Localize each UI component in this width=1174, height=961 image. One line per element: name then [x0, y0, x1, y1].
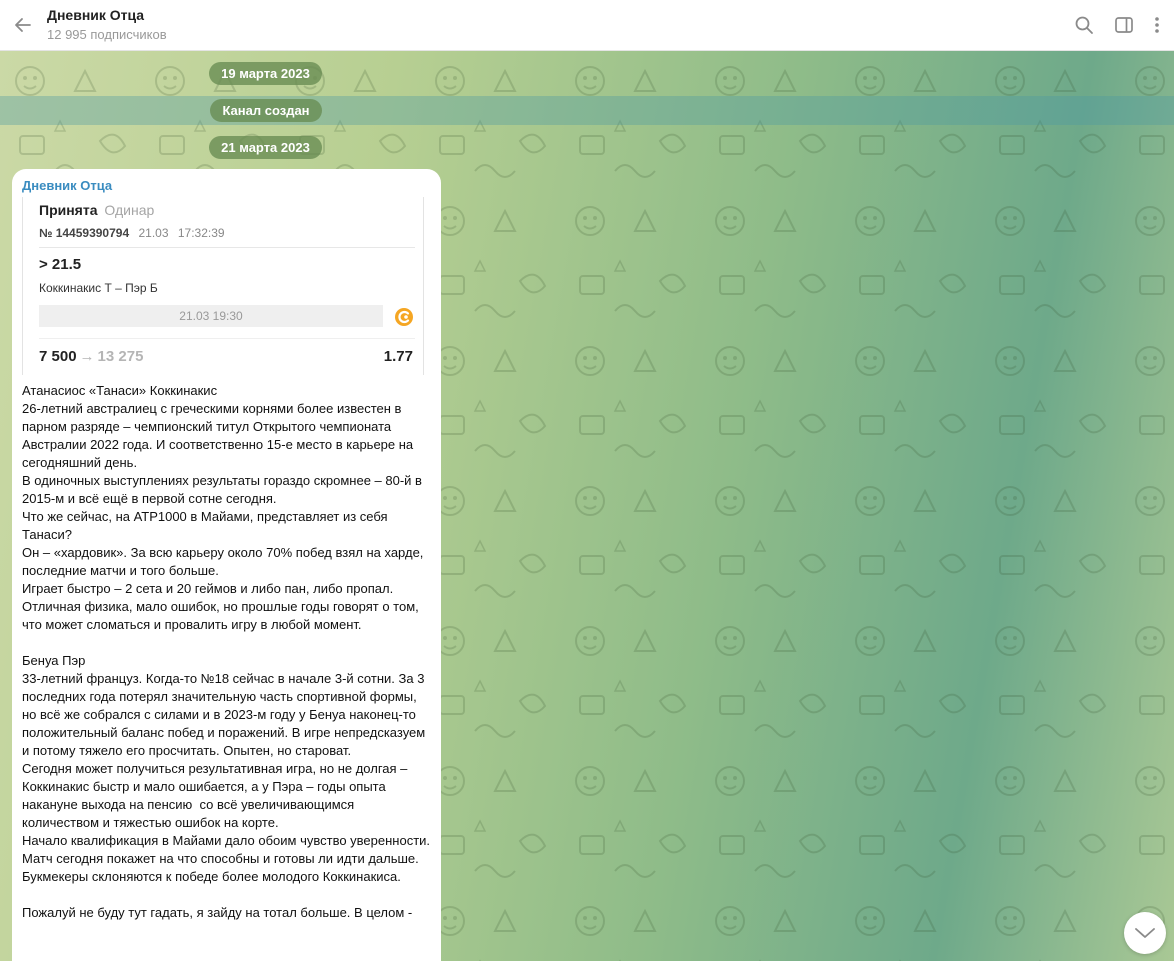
sidebar-toggle-icon — [1115, 17, 1133, 33]
channel-title[interactable]: Дневник Отца — [47, 7, 144, 23]
match-name: Коккинакис Т – Пэр Б — [39, 281, 158, 295]
scroll-down-button[interactable] — [1124, 912, 1166, 954]
divider — [39, 247, 415, 248]
search-icon — [1075, 16, 1093, 34]
ticket-status: Принята — [39, 202, 98, 218]
message-bubble[interactable]: Дневник Отца Принята Одинар № 1445939079… — [12, 169, 441, 961]
date-separator: 19 марта 2023 — [209, 62, 322, 85]
back-button[interactable] — [8, 10, 38, 40]
channel-created-notice: Канал создан — [210, 99, 322, 122]
stake-value: 7 500 — [39, 348, 77, 365]
ticket-type: Одинар — [104, 202, 155, 218]
match-datetime: 21.03 19:30 — [39, 305, 383, 327]
ticket-date: 21.03 — [138, 226, 169, 240]
message-text: Атанасиос «Танаси» Коккинакис 26-летний … — [22, 383, 431, 920]
arrow-right-icon: → — [79, 348, 95, 365]
stake-amount: 7 500 → 13 275 — [39, 348, 143, 365]
ticket-time: 17:32:39 — [177, 226, 225, 240]
sidebar-toggle-button[interactable] — [1111, 12, 1137, 38]
bookmaker-logo-icon — [395, 308, 413, 326]
odds-value: 1.77 — [383, 348, 413, 365]
divider — [39, 338, 415, 339]
bet-selection: > 21.5 — [39, 256, 82, 273]
highlighted-service-row — [0, 96, 1174, 125]
ticket-header: Принята Одинар — [39, 202, 154, 218]
search-button[interactable] — [1071, 12, 1097, 38]
chevron-down-icon — [1135, 928, 1155, 938]
bet-ticket-image[interactable]: Принята Одинар № 14459390794 21.03 17:32… — [22, 197, 424, 375]
potential-win: 13 275 — [97, 348, 144, 365]
date-separator: 21 марта 2023 — [209, 136, 322, 159]
chat-header: Дневник Отца 12 995 подписчиков — [0, 0, 1174, 51]
chat-area[interactable]: 19 марта 2023 Канал создан 21 марта 2023… — [0, 51, 1174, 961]
more-options-button[interactable] — [1147, 12, 1167, 38]
subscriber-count: 12 995 подписчиков — [47, 27, 167, 42]
back-arrow-icon — [15, 18, 31, 32]
ticket-number: № 14459390794 — [39, 226, 130, 240]
message-author[interactable]: Дневник Отца — [22, 178, 112, 193]
more-vertical-icon — [1155, 17, 1159, 33]
ticket-meta: № 14459390794 21.03 17:32:39 — [39, 226, 225, 240]
